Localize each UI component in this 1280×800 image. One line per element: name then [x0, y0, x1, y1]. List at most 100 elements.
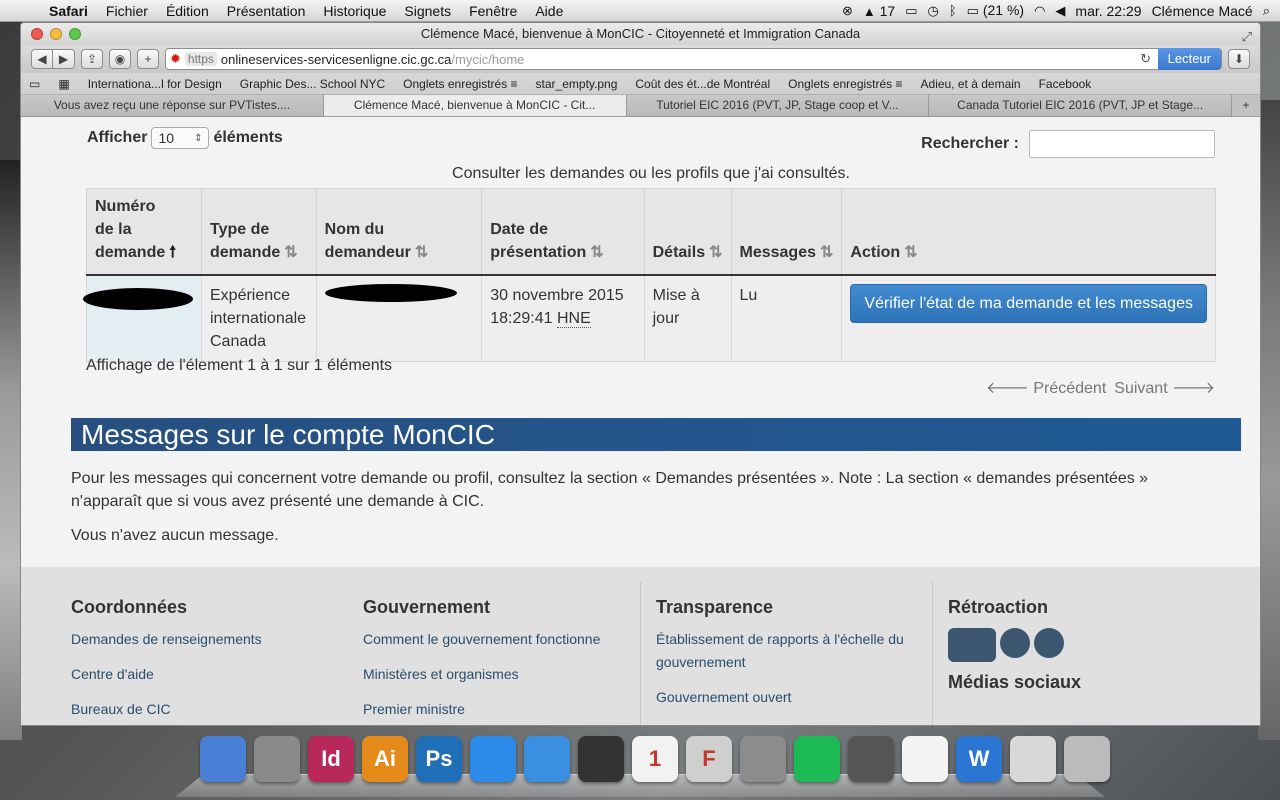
volume-icon[interactable]: ◀ [1055, 3, 1065, 19]
close-window-button[interactable] [31, 28, 43, 40]
feedback-chat-icon[interactable] [948, 628, 1218, 662]
time-machine-icon[interactable]: ◷ [927, 3, 938, 19]
footer-link[interactable]: Établissement de rapports à l'échelle du… [656, 628, 926, 674]
photo-slideshow-icon[interactable] [848, 736, 894, 782]
page-content: Afficher 10 ⇕ éléments Rechercher : Cons… [21, 117, 1260, 725]
table-header-row: Numéro de la demande 🠕 Type de demande ⇅ Nom … [86, 188, 1216, 276]
tab-tutoriel-eic[interactable]: Tutoriel EIC 2016 (PVT, JP, Stage coop e… [626, 95, 930, 116]
app-store-icon[interactable] [470, 736, 516, 782]
new-tab-button[interactable]: + [137, 49, 159, 69]
add-tab-button[interactable]: + [1232, 95, 1260, 116]
photo-booth-icon[interactable] [578, 736, 624, 782]
footer-link[interactable]: Ministères et organismes [363, 663, 633, 686]
calendar-icon[interactable]: 1 [632, 736, 678, 782]
menu-user[interactable]: Clémence Macé [1152, 3, 1253, 19]
indesign-icon[interactable]: Id [308, 736, 354, 782]
battery-percent: (21 %) [982, 2, 1025, 18]
launchpad-icon[interactable] [254, 736, 300, 782]
footer-link[interactable]: Comment le gouvernement fonctionne [363, 628, 633, 651]
back-button[interactable]: ◀ [31, 49, 53, 69]
footer-link[interactable]: Bureaux de CIC [71, 698, 341, 721]
zoom-window-button[interactable] [69, 28, 81, 40]
battery-status[interactable]: ▭ (21 %) [967, 2, 1024, 19]
check-status-button[interactable]: Vérifier l'état de ma demande et les mes… [850, 284, 1207, 323]
reload-icon[interactable]: ↻ [1140, 51, 1151, 67]
tab-moncic[interactable]: Clémence Macé, bienvenue à MonCIC - Cit.… [323, 95, 627, 116]
cell-details: Mise à jour [643, 274, 732, 362]
share-button[interactable]: ⇪ [81, 49, 103, 69]
font-book-icon[interactable]: F [686, 736, 732, 782]
dock: Id Ai Ps 1 F W [175, 730, 1110, 800]
next-page-link[interactable]: Suivant 🡒 [1114, 377, 1215, 398]
col-header-type[interactable]: Type de demande ⇅ [201, 188, 317, 276]
menu-clock[interactable]: mar. 22:29 [1075, 3, 1141, 19]
bookmark-item[interactable]: Onglets enregistrés ≡ [403, 77, 517, 91]
bookmark-item[interactable]: star_empty.png [536, 77, 618, 91]
menu-app-safari[interactable]: Safari [40, 3, 97, 19]
page-length-select[interactable]: 10 ⇕ [151, 127, 210, 149]
browser-window: Clémence Macé, bienvenue à MonCIC - Cito… [20, 22, 1261, 726]
photoshop-icon[interactable]: Ps [416, 736, 462, 782]
finder-icon[interactable] [200, 736, 246, 782]
col-header-details[interactable]: Détails ⇅ [643, 188, 732, 276]
bookmark-item[interactable]: Onglets enregistrés ≡ [788, 77, 902, 91]
footer-link[interactable]: Centre d'aide [71, 663, 341, 686]
menu-fichier[interactable]: Fichier [97, 3, 157, 19]
bluetooth-icon[interactable]: ᛒ [949, 3, 957, 18]
redacted-mark [83, 288, 193, 310]
spotlight-search-icon[interactable]: ⌕ [1263, 3, 1270, 19]
footer-link[interactable]: Gouvernement ouvert [656, 686, 926, 709]
bookmark-item[interactable]: Graphic Des... School NYC [240, 77, 385, 91]
adobe-count: 17 [879, 2, 896, 19]
search-input[interactable] [1029, 130, 1215, 158]
display-icon[interactable]: ▭ [905, 3, 917, 19]
bookmark-item[interactable]: Facebook [1039, 77, 1092, 91]
next-label: Suivant [1114, 380, 1168, 397]
footer-link[interactable]: Demandes de renseignements [71, 628, 341, 651]
minimize-window-button[interactable] [50, 28, 62, 40]
menu-fenetre[interactable]: Fenêtre [460, 3, 526, 19]
fullscreen-icon[interactable]: ⤢ [1242, 26, 1252, 48]
page-length-control: Afficher 10 ⇕ éléments [87, 127, 283, 149]
system-preferences-icon[interactable] [740, 736, 786, 782]
safari-icon[interactable] [524, 736, 570, 782]
forward-button[interactable]: ▶ [53, 49, 75, 69]
bookmark-item[interactable]: Coût des ét...de Montréal [635, 77, 770, 91]
trash-icon[interactable] [1064, 736, 1110, 782]
menu-aide[interactable]: Aide [526, 3, 572, 19]
col-header-action[interactable]: Action ⇅ [841, 188, 1216, 276]
previous-page-link[interactable]: 🡐 Précédent [986, 377, 1106, 398]
ghostery-icon[interactable]: ◉ [109, 49, 131, 69]
col-header-date[interactable]: Date de présentation ⇅ [481, 188, 645, 276]
preview-icon[interactable] [1010, 736, 1056, 782]
col-header-name[interactable]: Nom du demandeur ⇅ [315, 188, 483, 276]
cell-line: jour [652, 310, 680, 327]
grid-icon[interactable]: ▦ [58, 77, 69, 91]
bookmark-item[interactable]: Internationa...l for Design [88, 77, 222, 91]
menu-historique[interactable]: Historique [314, 3, 395, 19]
menu-presentation[interactable]: Présentation [218, 3, 315, 19]
chat-bubble-icon [1000, 628, 1030, 658]
text-edit-icon[interactable] [902, 736, 948, 782]
word-icon[interactable]: W [956, 736, 1002, 782]
tab-canada-tutoriel[interactable]: Canada Tutoriel EIC 2016 (PVT, JP et Sta… [929, 95, 1232, 116]
wifi-icon[interactable]: ◠ [1034, 3, 1045, 19]
bookmark-item[interactable]: Adieu, et à demain [921, 77, 1021, 91]
downloads-button[interactable]: ⬇ [1228, 49, 1250, 69]
cell-action: Vérifier l'état de ma demande et les mes… [841, 274, 1216, 362]
dropbox-icon[interactable]: ⊗ [842, 3, 853, 19]
book-icon[interactable]: ▭ [29, 77, 40, 91]
adobe-notification[interactable]: ▲ 17 [863, 3, 895, 19]
menu-signets[interactable]: Signets [395, 3, 460, 19]
address-bar[interactable]: ✹ https onlineservices-servicesenligne.c… [165, 48, 1222, 70]
reader-button[interactable]: Lecteur [1157, 48, 1221, 70]
tab-pvtistes[interactable]: Vous avez reçu une réponse sur PVTistes.… [21, 95, 324, 116]
illustrator-icon[interactable]: Ai [362, 736, 408, 782]
footer-link[interactable]: Premier ministre [363, 698, 633, 721]
header-line: présentation [490, 244, 587, 261]
col-header-messages[interactable]: Messages ⇅ [730, 188, 843, 276]
spotify-icon[interactable] [794, 736, 840, 782]
menu-edition[interactable]: Édition [157, 3, 218, 19]
tab-bar: Vous avez reçu une réponse sur PVTistes.… [21, 95, 1260, 117]
col-header-number[interactable]: Numéro de la demande 🠕 [86, 188, 202, 276]
